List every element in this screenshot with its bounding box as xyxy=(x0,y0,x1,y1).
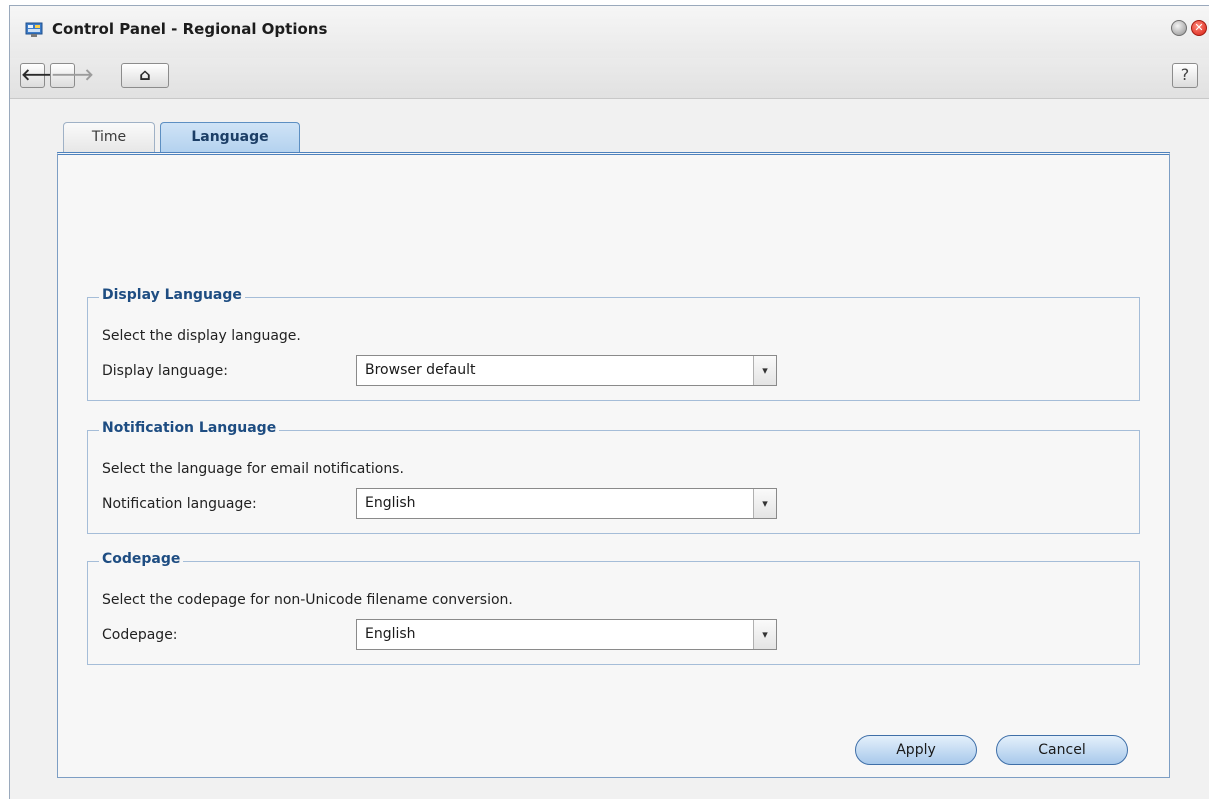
tab-language[interactable]: Language xyxy=(160,122,300,152)
chevron-down-icon[interactable]: ▾ xyxy=(753,356,776,385)
tab-label: Time xyxy=(91,129,127,145)
field-label: Notification language: xyxy=(102,496,257,512)
field-label: Codepage: xyxy=(102,627,178,643)
home-icon: ⌂ xyxy=(139,65,151,84)
notification-language-select[interactable]: English ▾ xyxy=(356,488,777,519)
codepage-group: Codepage Select the codepage for non-Uni… xyxy=(87,551,1140,665)
group-title: Notification Language xyxy=(99,420,280,436)
control-panel-icon xyxy=(25,22,43,37)
group-title: Display Language xyxy=(99,287,245,303)
control-panel-window: Control Panel - Regional Options ✕ 🡐 🡒 ⌂… xyxy=(9,5,1209,799)
apply-button[interactable]: Apply xyxy=(855,735,977,765)
back-button[interactable]: 🡐 xyxy=(20,63,64,88)
select-value: English xyxy=(365,626,416,642)
display-language-select[interactable]: Browser default ▾ xyxy=(356,355,777,386)
minimize-button[interactable] xyxy=(1171,20,1187,36)
select-value: Browser default xyxy=(365,362,476,378)
select-value: English xyxy=(365,495,416,511)
help-icon: ? xyxy=(1180,65,1190,84)
group-description: Select the codepage for non-Unicode file… xyxy=(102,592,513,608)
language-panel: Display Language Select the display lang… xyxy=(57,152,1170,778)
close-button[interactable]: ✕ xyxy=(1191,20,1207,36)
chevron-down-icon[interactable]: ▾ xyxy=(753,489,776,518)
home-button[interactable]: ⌂ xyxy=(121,63,169,88)
group-title: Codepage xyxy=(99,551,184,567)
tab-label: Language xyxy=(191,129,269,145)
title-bar[interactable]: Control Panel - Regional Options ✕ xyxy=(10,6,1209,58)
window-title: Control Panel - Regional Options xyxy=(52,20,328,38)
tab-time[interactable]: Time xyxy=(63,122,155,152)
notification-language-group: Notification Language Select the languag… xyxy=(87,420,1140,534)
toolbar: 🡐 🡒 ⌂ ? xyxy=(10,58,1209,99)
chevron-down-icon[interactable]: ▾ xyxy=(753,620,776,649)
cancel-button[interactable]: Cancel xyxy=(996,735,1128,765)
help-button[interactable]: ? xyxy=(1172,63,1198,88)
field-label: Display language: xyxy=(102,363,228,379)
forward-button[interactable]: 🡒 xyxy=(50,63,94,88)
display-language-group: Display Language Select the display lang… xyxy=(87,287,1140,401)
codepage-select[interactable]: English ▾ xyxy=(356,619,777,650)
group-description: Select the display language. xyxy=(102,328,301,344)
content-area: Time Language Display Language Select th… xyxy=(10,99,1209,799)
group-description: Select the language for email notificati… xyxy=(102,461,404,477)
arrow-right-icon: 🡒 xyxy=(51,65,94,84)
close-icon: ✕ xyxy=(1194,21,1204,34)
